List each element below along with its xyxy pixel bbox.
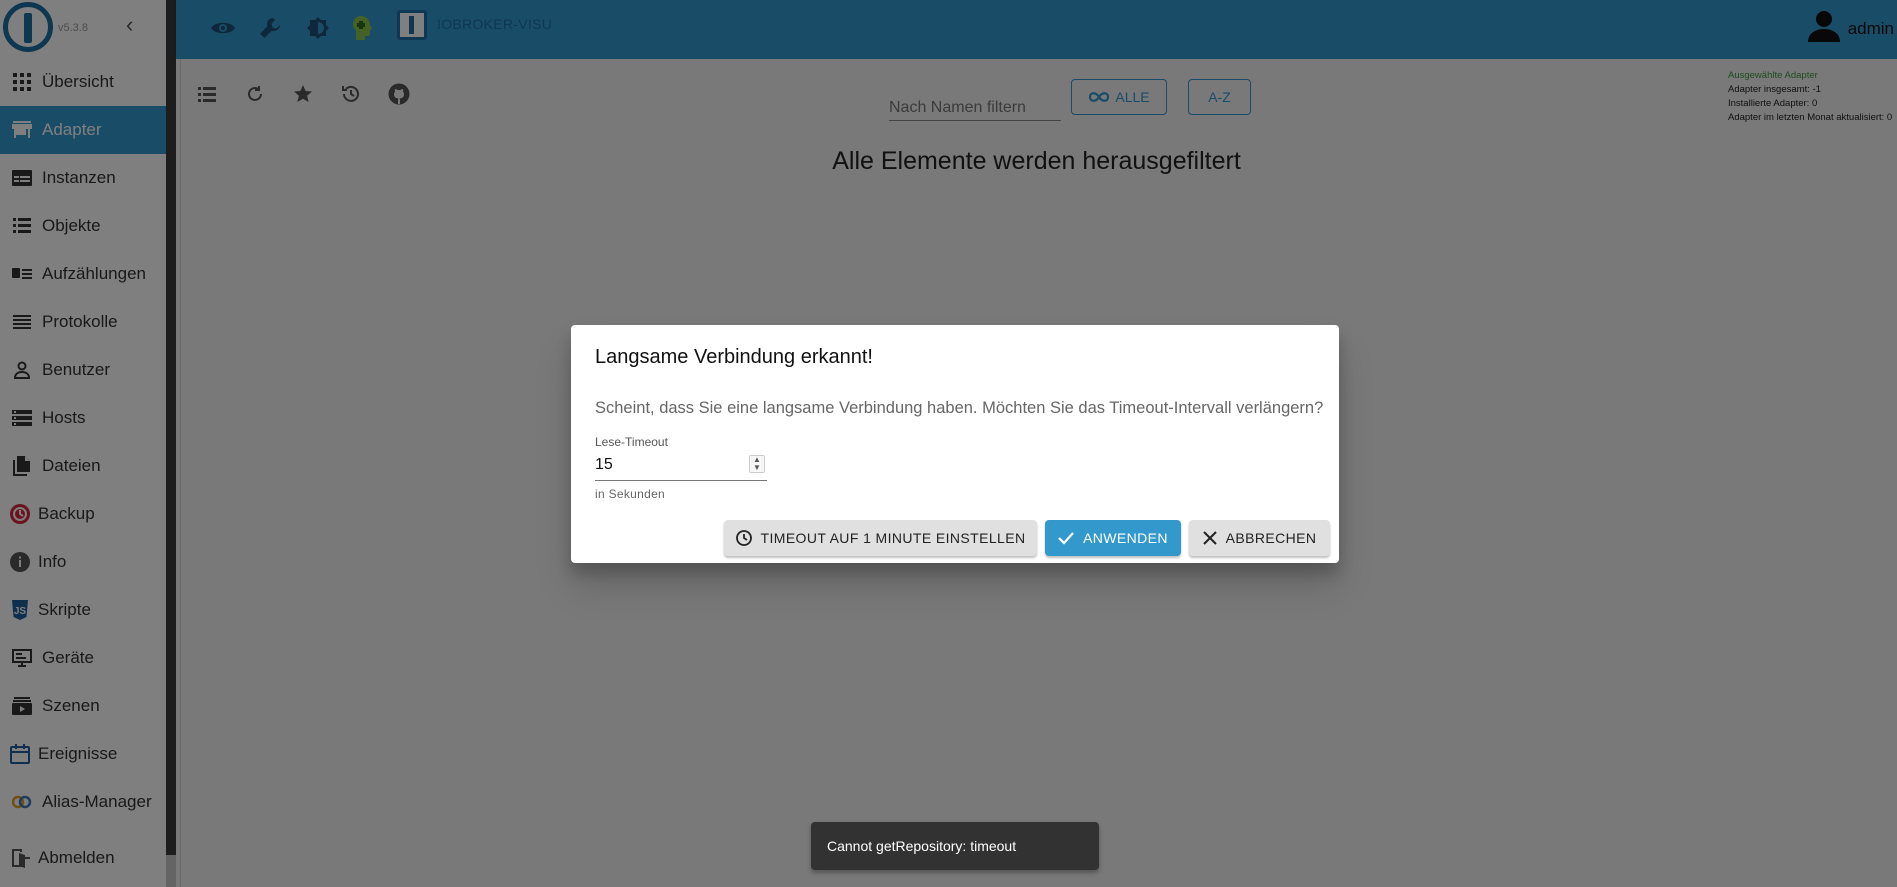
apply-label: ANWENDEN (1083, 530, 1168, 546)
clock-icon (735, 530, 752, 546)
set-timeout-1-minute-button[interactable]: TIMEOUT AUF 1 MINUTE EINSTELLEN (724, 520, 1037, 556)
close-icon (1202, 531, 1217, 545)
stepper-down-icon[interactable]: ▼ (753, 464, 761, 472)
snackbar-message: Cannot getRepository: timeout (827, 838, 1017, 854)
read-timeout-label: Lese-Timeout (595, 435, 668, 449)
dialog-text: Scheint, dass Sie eine langsame Verbindu… (595, 399, 1324, 417)
check-icon (1058, 531, 1074, 545)
cancel-label: ABBRECHEN (1225, 530, 1317, 546)
number-stepper[interactable]: ▲ ▼ (749, 455, 765, 473)
slow-connection-dialog: Langsame Verbindung erkannt! Scheint, da… (571, 325, 1339, 563)
apply-button[interactable]: ANWENDEN (1045, 520, 1181, 556)
read-timeout-field[interactable]: ▲ ▼ (595, 451, 767, 481)
read-timeout-helper: in Sekunden (595, 487, 666, 501)
snackbar: Cannot getRepository: timeout (811, 822, 1099, 870)
dialog-title: Langsame Verbindung erkannt! (595, 346, 873, 368)
set-timeout-label: TIMEOUT AUF 1 MINUTE EINSTELLEN (760, 530, 1026, 546)
cancel-button[interactable]: ABBRECHEN (1189, 520, 1330, 556)
read-timeout-input[interactable] (595, 451, 735, 479)
